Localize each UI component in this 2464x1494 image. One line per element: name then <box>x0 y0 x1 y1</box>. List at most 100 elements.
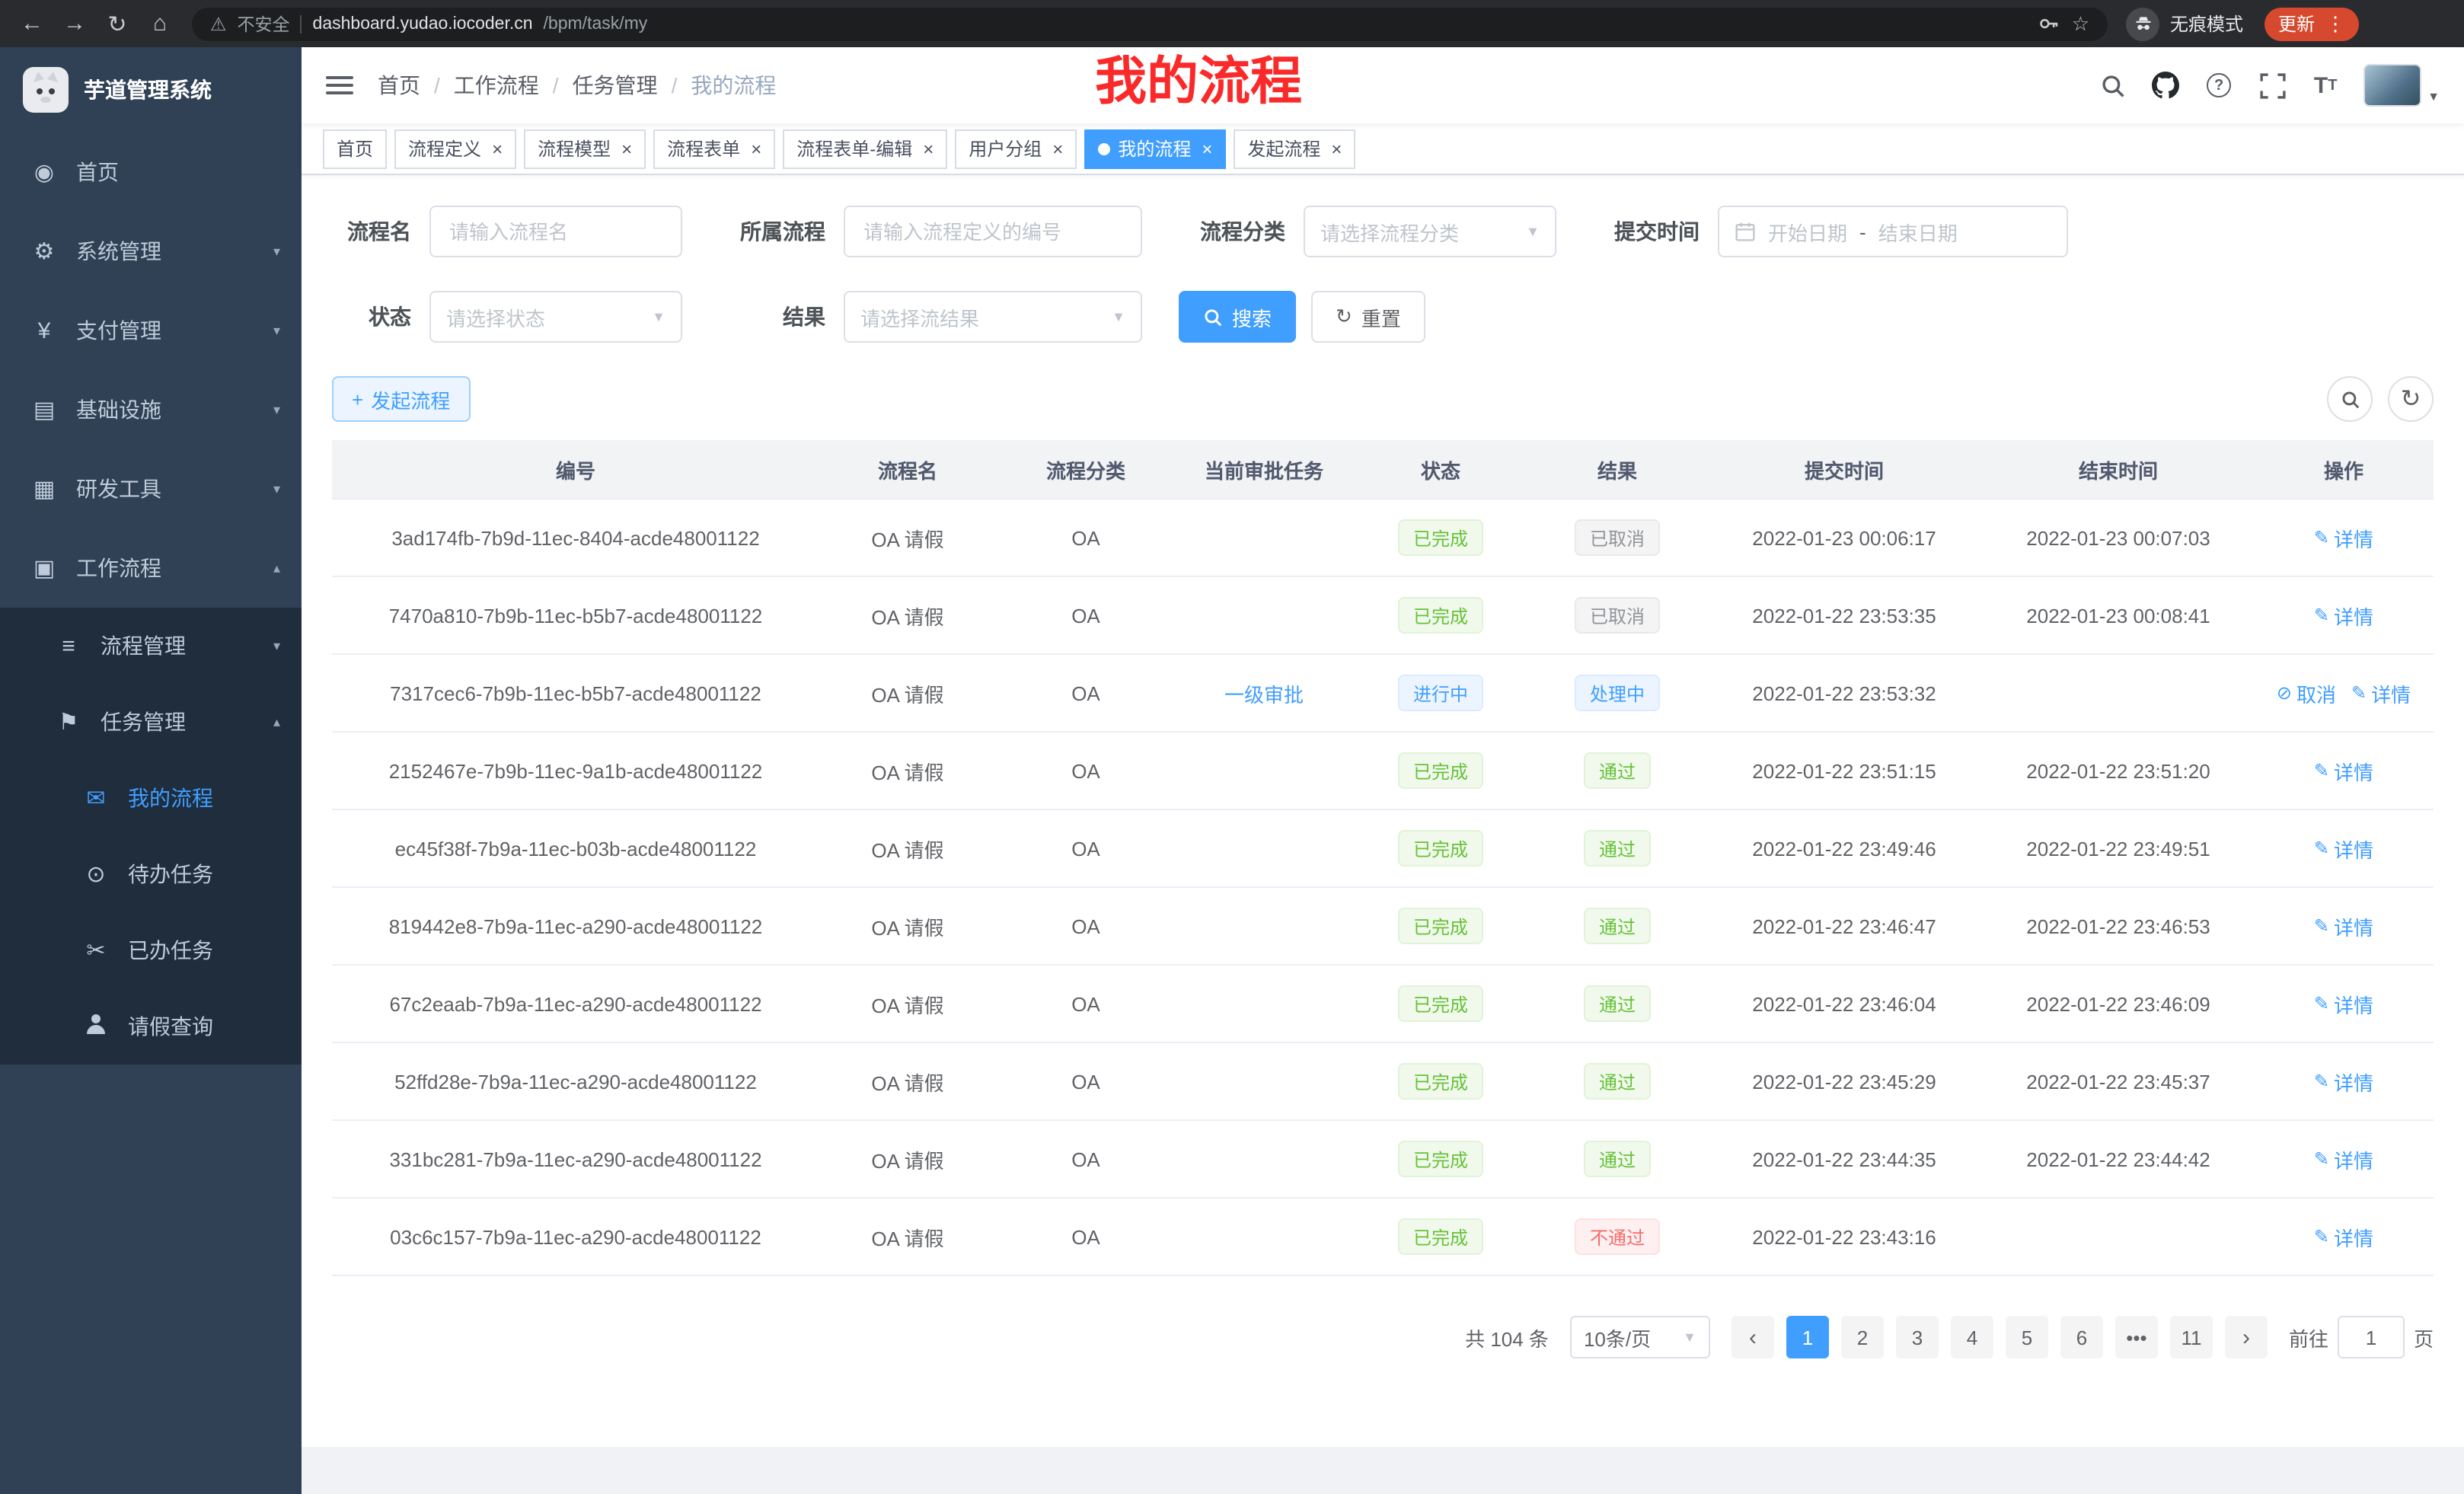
header-search-icon[interactable] <box>2097 70 2127 101</box>
tab-close-icon[interactable]: × <box>621 138 632 159</box>
detail-link[interactable]: ✎详情 <box>2351 678 2411 707</box>
breadcrumb-workflow[interactable]: 工作流程 <box>454 70 539 101</box>
help-icon[interactable]: ? <box>2204 70 2234 101</box>
breadcrumb-task-management[interactable]: 任务管理 <box>573 70 658 101</box>
toggle-search-button[interactable] <box>2327 376 2373 422</box>
category-select[interactable]: 请选择流程分类 ▼ <box>1304 206 1556 257</box>
detail-link[interactable]: ✎详情 <box>2314 989 2373 1018</box>
password-key-icon[interactable] <box>2038 12 2061 35</box>
detail-link[interactable]: ✎详情 <box>2314 834 2373 863</box>
tab-close-icon[interactable]: × <box>751 138 761 159</box>
detail-link[interactable]: ✎详情 <box>2314 1067 2373 1096</box>
detail-link[interactable]: ✎详情 <box>2314 1144 2373 1173</box>
tab-close-icon[interactable]: × <box>1052 138 1063 159</box>
search-button[interactable]: 搜索 <box>1179 291 1296 343</box>
submit-time-range-picker[interactable]: 开始日期 - 结束日期 <box>1718 206 2068 257</box>
tab-close-icon[interactable]: × <box>923 138 934 159</box>
cell-current-task <box>1176 577 1352 653</box>
column-header: 结果 <box>1529 440 1706 498</box>
result-badge: 通过 <box>1584 830 1651 867</box>
page-button-11[interactable]: 11 <box>2170 1316 2213 1358</box>
browser-reload-icon[interactable]: ↻ <box>97 5 137 42</box>
browser-update-button[interactable]: 更新 ⋮ <box>2265 7 2359 40</box>
incognito-badge[interactable]: 无痕模式 <box>2126 7 2243 40</box>
tab-close-icon[interactable]: × <box>1202 138 1212 159</box>
sidebar-item-payment[interactable]: ¥ 支付管理 ▾ <box>0 291 302 370</box>
address-bar[interactable]: ⚠ 不安全 dashboard.yudao.iocoder.cn/bpm/tas… <box>192 7 2108 40</box>
tab-close-icon[interactable]: × <box>1331 138 1342 159</box>
cell-end-time: 2022-01-22 23:45:37 <box>1983 1043 2254 1119</box>
github-icon[interactable] <box>2150 70 2181 101</box>
detail-link[interactable]: ✎详情 <box>2314 911 2373 940</box>
browser-home-icon[interactable]: ⌂ <box>140 5 180 42</box>
user-avatar[interactable]: ▼ <box>2363 64 2440 107</box>
breadcrumb-home[interactable]: 首页 <box>378 70 420 101</box>
cell-process-name: OA 请假 <box>819 1043 996 1119</box>
sidebar-item-system[interactable]: ⚙ 系统管理 ▾ <box>0 212 302 291</box>
page-button-3[interactable]: 3 <box>1896 1316 1939 1358</box>
tab-user-group[interactable]: 用户分组 × <box>955 129 1077 168</box>
refresh-table-button[interactable]: ↻ <box>2388 376 2434 422</box>
cell-process-name: OA 请假 <box>819 655 996 731</box>
page-button-4[interactable]: 4 <box>1951 1316 1993 1358</box>
create-process-button[interactable]: + 发起流程 <box>332 376 470 422</box>
tab-my-process[interactable]: 我的流程 × <box>1084 129 1226 168</box>
sidebar-item-label: 请假查询 <box>128 1011 280 1042</box>
reset-button[interactable]: ↻ 重置 <box>1311 291 1425 343</box>
browser-back-icon[interactable]: ← <box>12 5 52 42</box>
tab-process-definition[interactable]: 流程定义 × <box>394 129 516 168</box>
security-label: 不安全 <box>238 11 290 36</box>
page-button-6[interactable]: 6 <box>2060 1316 2103 1358</box>
browser-forward-icon[interactable]: → <box>55 5 94 42</box>
goto-page-input[interactable] <box>2338 1316 2405 1358</box>
sidebar-item-devtools[interactable]: ▦ 研发工具 ▾ <box>0 449 302 528</box>
avatar-image <box>2363 64 2421 107</box>
sidebar-item-workflow[interactable]: ▣ 工作流程 ▴ <box>0 528 302 608</box>
current-task-link[interactable]: 一级审批 <box>1224 678 1304 707</box>
detail-link[interactable]: ✎详情 <box>2314 523 2373 552</box>
sidebar-collapse-icon[interactable] <box>326 76 353 94</box>
sidebar-item-infrastructure[interactable]: ▤ 基础设施 ▾ <box>0 370 302 449</box>
bookmark-star-icon[interactable]: ☆ <box>2072 11 2089 36</box>
status-select[interactable]: 请选择状态 ▼ <box>429 291 682 343</box>
detail-link[interactable]: ✎详情 <box>2314 1222 2373 1251</box>
sidebar-item-process-management[interactable]: ≡ 流程管理 ▾ <box>0 608 302 684</box>
result-badge: 不通过 <box>1575 1218 1660 1255</box>
detail-link[interactable]: ✎详情 <box>2314 601 2373 630</box>
browser-menu-dots-icon[interactable]: ⋮ <box>2325 11 2345 36</box>
cancel-link[interactable]: ⊘取消 <box>2277 678 2336 707</box>
pagination-total: 共 104 条 <box>1465 1323 1549 1352</box>
next-page-button[interactable]: › <box>2225 1316 2268 1358</box>
tab-process-model[interactable]: 流程模型 × <box>524 129 646 168</box>
tab-close-icon[interactable]: × <box>492 138 503 159</box>
result-select[interactable]: 请选择流结果 ▼ <box>844 291 1142 343</box>
fullscreen-icon[interactable] <box>2257 70 2287 101</box>
tab-label: 流程定义 <box>408 136 481 161</box>
tab-start-process[interactable]: 发起流程 × <box>1234 129 1355 168</box>
sidebar-item-my-process[interactable]: ✉ 我的流程 <box>0 760 302 836</box>
prev-page-button[interactable]: ‹ <box>1732 1316 1774 1358</box>
app-logo-row[interactable]: 芋道管理系统 <box>0 47 302 132</box>
process-definition-input[interactable] <box>844 206 1142 257</box>
page-button-5[interactable]: 5 <box>2006 1316 2048 1358</box>
sidebar-item-home[interactable]: ◉ 首页 <box>0 132 302 212</box>
page-button-1[interactable]: 1 <box>1786 1316 1829 1358</box>
table-row: 7317cec6-7b9b-11ec-b5b7-acde48001122 OA … <box>332 655 2434 733</box>
tab-process-form[interactable]: 流程表单 × <box>653 129 775 168</box>
page-button-2[interactable]: 2 <box>1841 1316 1884 1358</box>
status-badge: 已完成 <box>1398 830 1483 867</box>
page-size-select[interactable]: 10条/页 ▼ <box>1570 1316 1710 1358</box>
sidebar-item-done-tasks[interactable]: ✂ 已办任务 <box>0 912 302 988</box>
cell-submit-time: 2022-01-22 23:46:47 <box>1706 888 1983 964</box>
tab-process-form-edit[interactable]: 流程表单-编辑 × <box>783 129 947 168</box>
more-pages-button[interactable]: ••• <box>2115 1316 2158 1358</box>
sidebar-item-task-management[interactable]: ⚑ 任务管理 ▴ <box>0 684 302 760</box>
detail-link[interactable]: ✎详情 <box>2314 756 2373 785</box>
status-badge: 已完成 <box>1398 1218 1483 1255</box>
cell-current-task <box>1176 888 1352 964</box>
tab-home[interactable]: 首页 <box>323 129 387 168</box>
sidebar-item-todo-tasks[interactable]: ⊙ 待办任务 <box>0 836 302 912</box>
font-size-icon[interactable]: TT <box>2310 70 2341 101</box>
process-name-input[interactable] <box>429 206 682 257</box>
sidebar-item-leave-query[interactable]: 请假查询 <box>0 988 302 1065</box>
